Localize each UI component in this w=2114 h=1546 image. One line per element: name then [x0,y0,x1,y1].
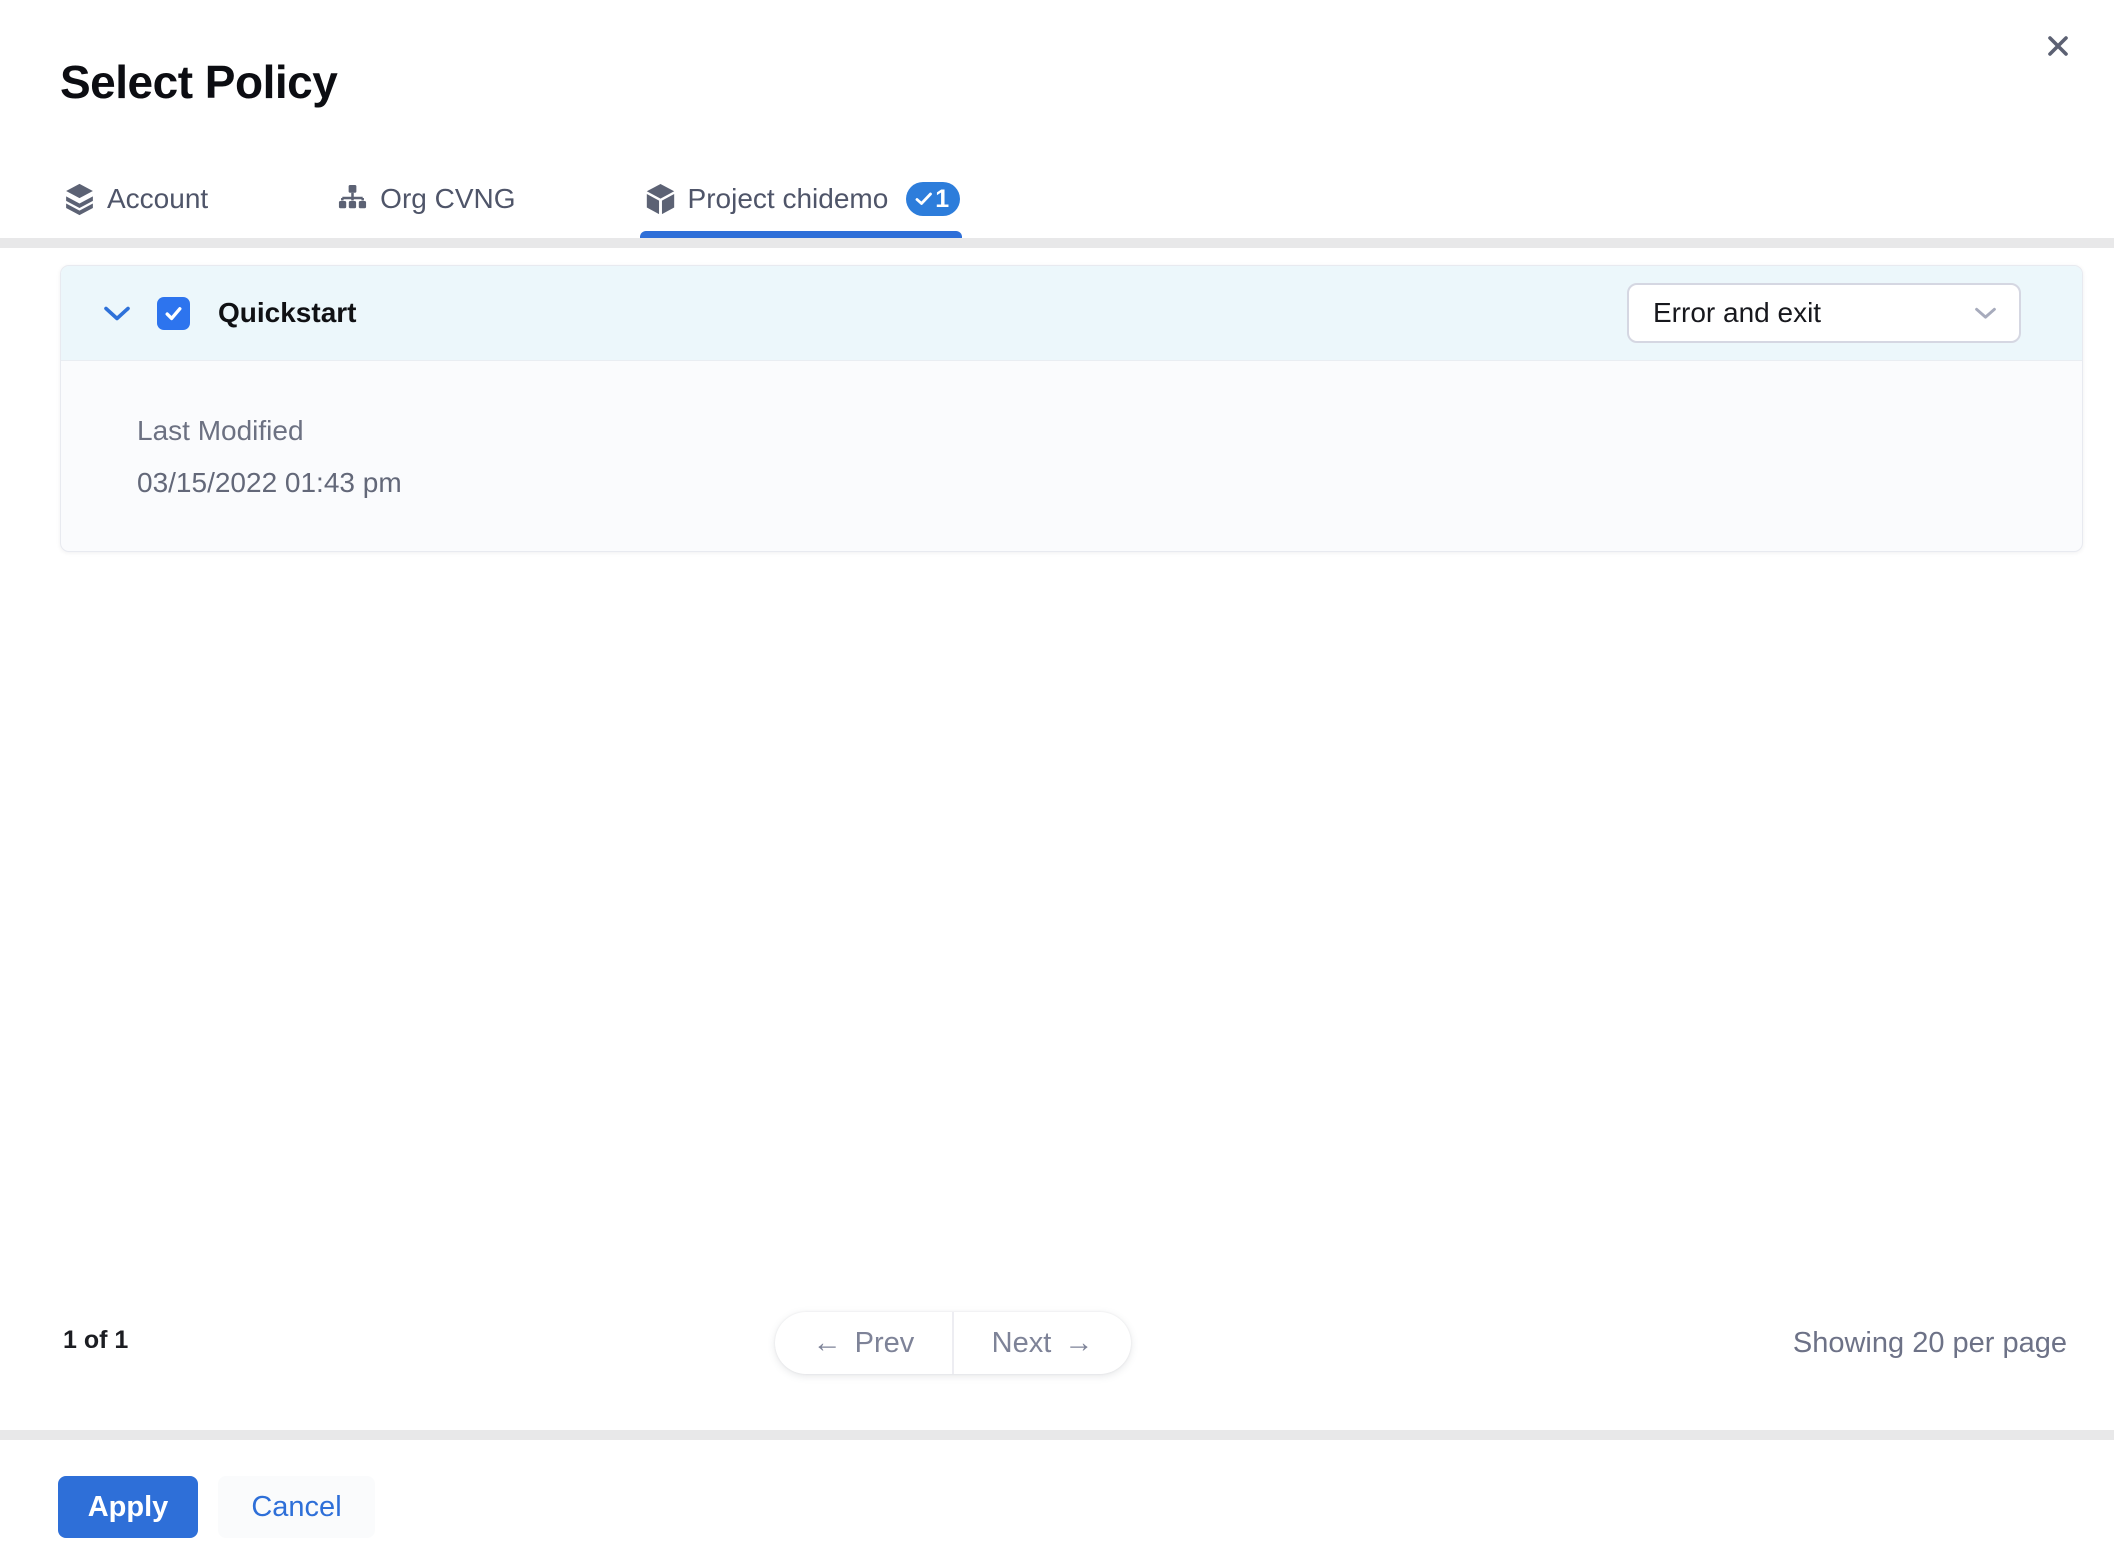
policy-card: Quickstart Error and exit Last Modified … [60,265,2083,552]
next-button[interactable]: Next → [954,1312,1131,1374]
tab-org-cvng[interactable]: Org CVNG [337,170,516,228]
tab-label-project: Project chidemo [687,183,889,214]
tab-account[interactable]: Account [64,170,208,228]
policy-row-details: Last Modified 03/15/2022 01:43 pm [61,361,2082,498]
on-failure-select[interactable]: Error and exit [1627,283,2021,343]
check-icon [915,192,933,205]
page-indicator: 1 of 1 [63,1326,129,1354]
layers-icon [64,183,95,216]
tab-label-account: Account [107,183,209,214]
badge-count: 1 [935,184,950,213]
last-modified-value: 03/15/2022 01:43 pm [137,467,402,498]
pager: ← Prev Next → [775,1312,1131,1374]
apply-button[interactable]: Apply [58,1476,198,1538]
org-chart-icon [337,184,368,215]
prev-button[interactable]: ← Prev [775,1312,954,1374]
policy-checkbox[interactable] [157,296,190,330]
arrow-left-icon: ← [812,1326,842,1359]
tabs-divider [0,238,2114,248]
chevron-down-icon[interactable] [103,305,131,322]
close-x-glyph [2048,36,2068,56]
tab-label-org: Org CVNG [380,183,516,214]
policy-name: Quickstart [218,297,357,328]
scope-tabs: Account Org CVNG Project chidemo 1 [64,170,962,238]
chevron-down-icon [1974,307,1997,320]
footer-divider [0,1430,2114,1440]
cube-icon [645,183,676,216]
next-label: Next [991,1326,1052,1359]
check-icon [165,306,182,320]
cancel-button[interactable]: Cancel [218,1476,375,1538]
tab-project-chidemo[interactable]: Project chidemo 1 [639,170,962,238]
per-page-label: Showing 20 per page [1792,1327,2067,1359]
prev-label: Prev [854,1326,915,1359]
policy-row-header[interactable]: Quickstart Error and exit [61,266,2082,361]
last-modified-label: Last Modified [137,415,304,446]
select-value: Error and exit [1653,297,1822,328]
page-title: Select Policy [60,56,338,108]
close-icon[interactable] [2040,28,2076,64]
arrow-right-icon: → [1064,1326,1094,1359]
selected-count-badge: 1 [906,182,961,216]
